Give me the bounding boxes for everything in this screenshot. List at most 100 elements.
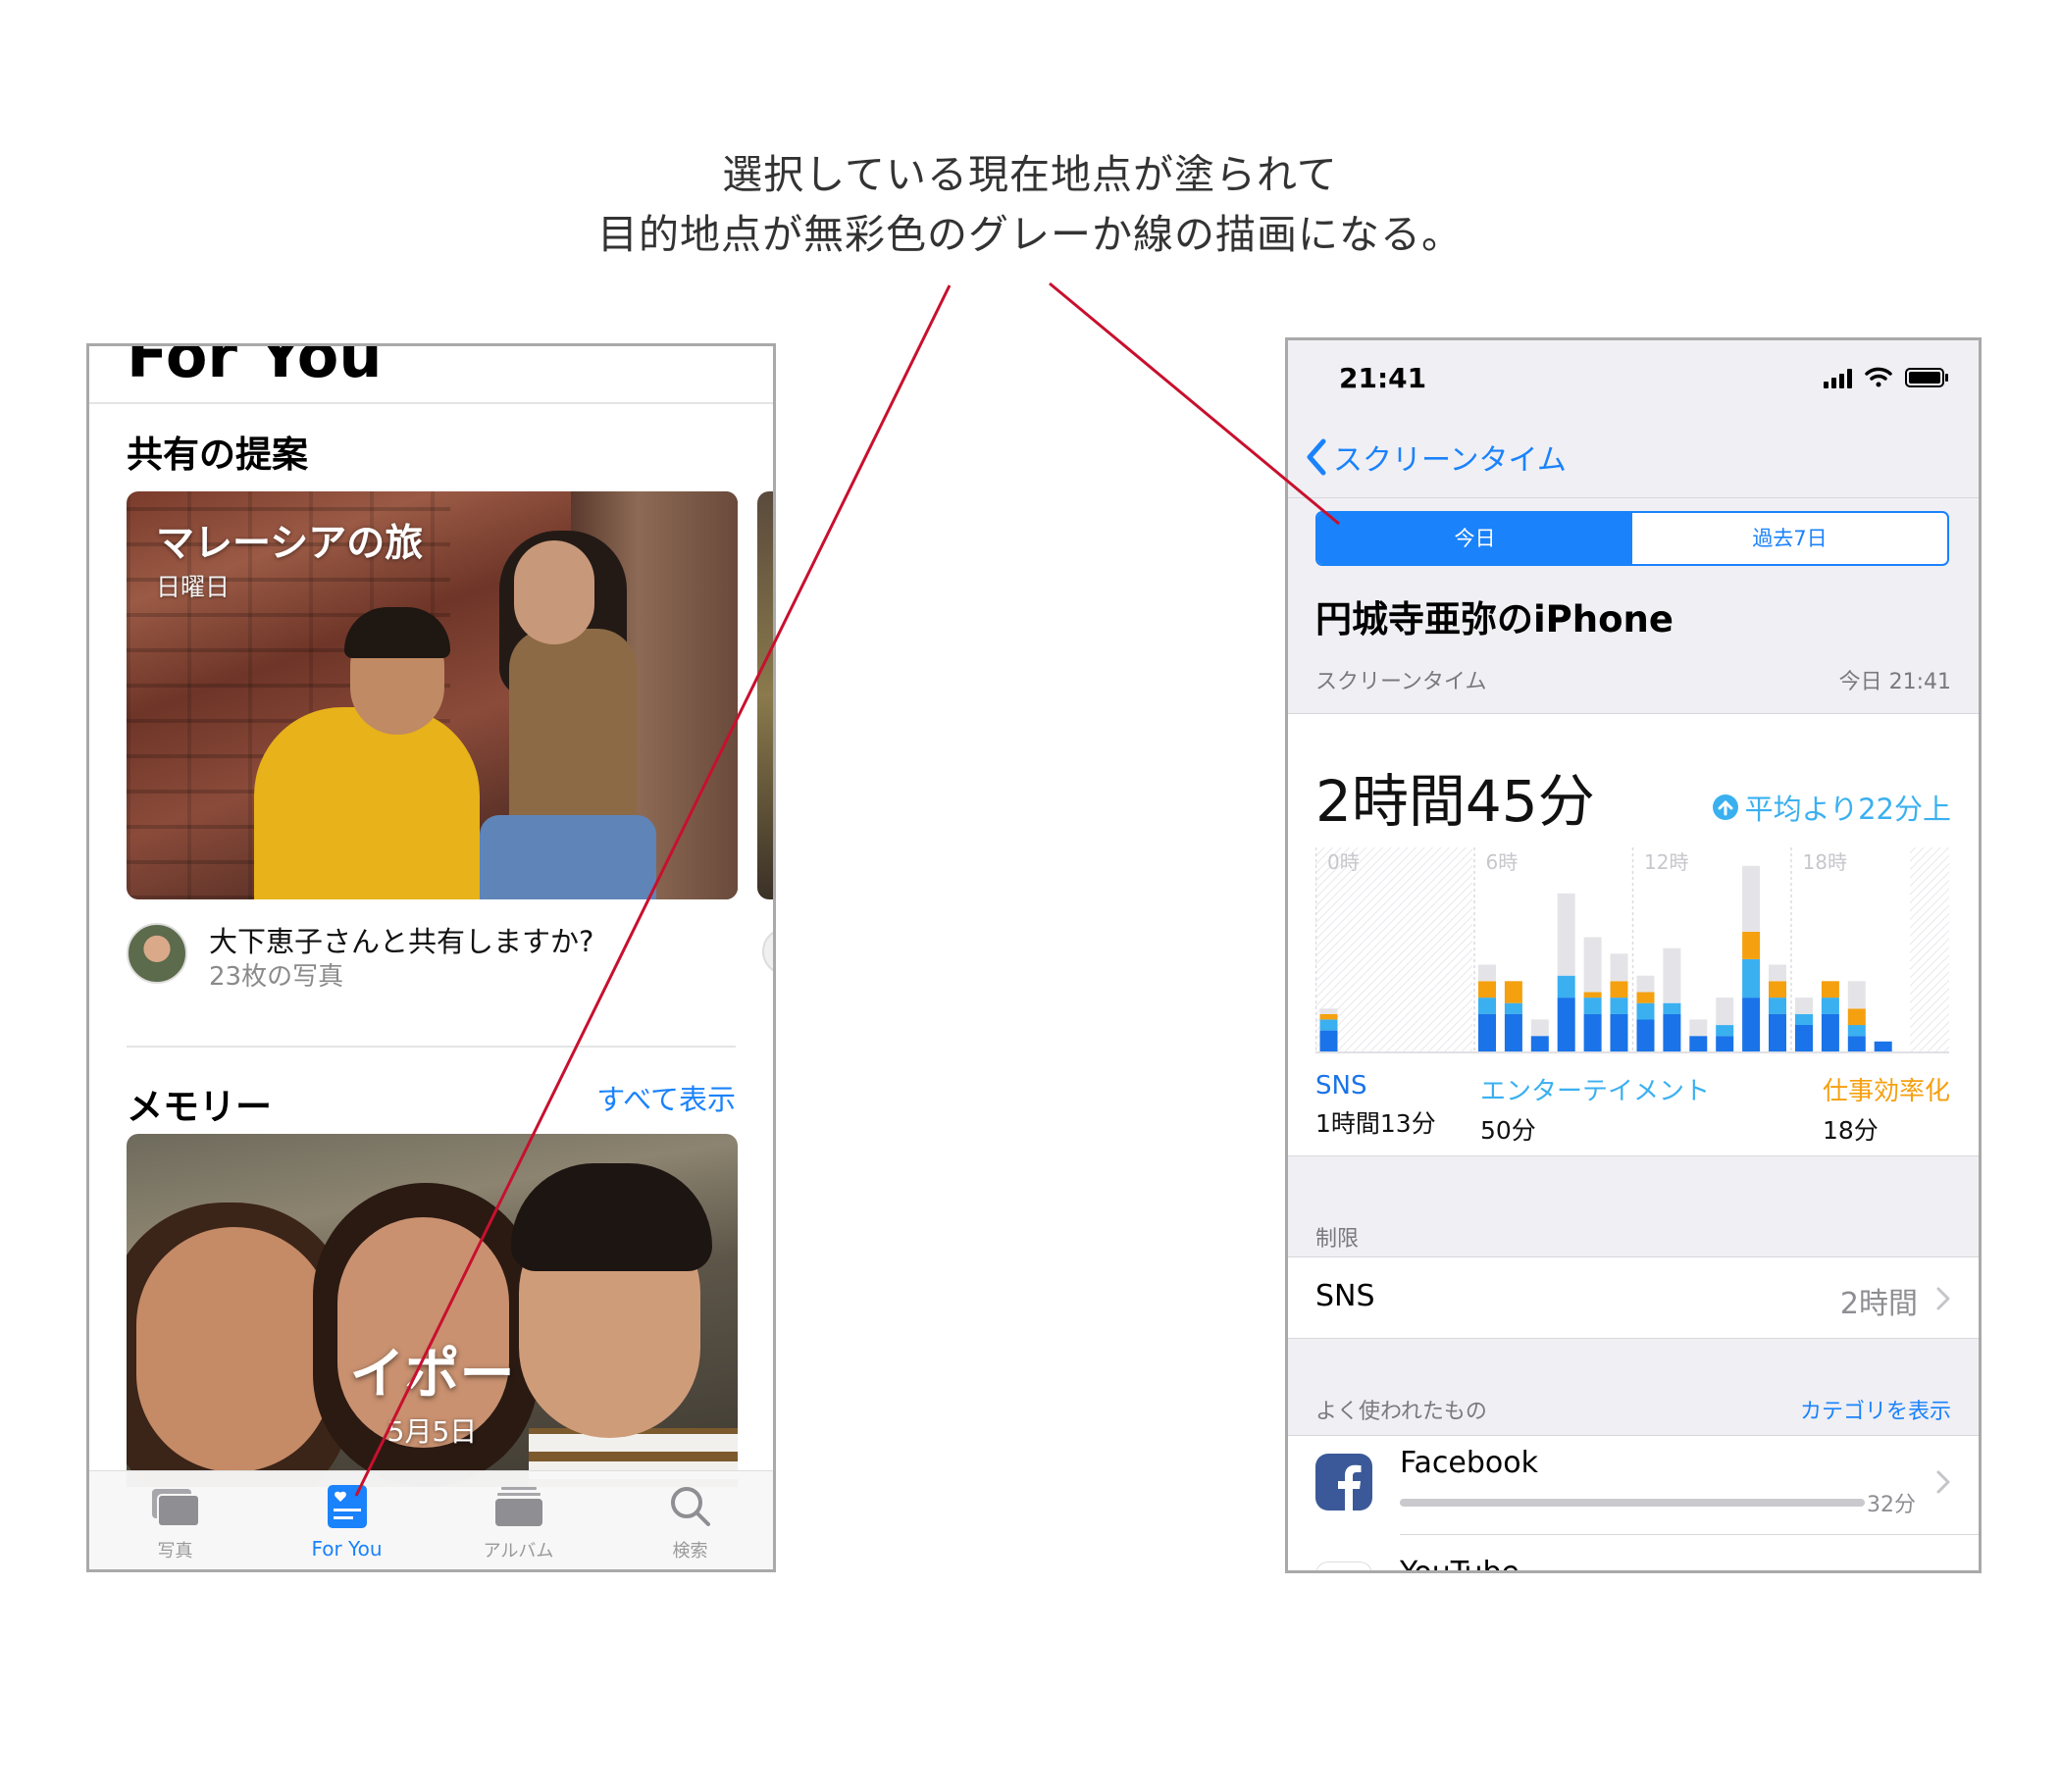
divider [127, 1046, 736, 1048]
chevron-right-icon [1936, 1287, 1950, 1310]
segment-last-7-days[interactable]: 過去7日 [1632, 513, 1947, 564]
show-categories-link[interactable]: カテゴリを表示 [1800, 1394, 1951, 1425]
section-timestamp: 今日 21:41 [1838, 670, 1951, 694]
section-label: スクリーンタイム [1315, 670, 1487, 694]
memory-title: イポー [349, 1343, 515, 1407]
chart-bar-segment [1636, 975, 1655, 993]
usage-card[interactable]: 2時間45分 平均より22分上 0時 6時 12時 18時 SNS 1時間13分 [1288, 713, 1979, 1156]
night-hatch-area [1315, 847, 1472, 1053]
tab-photos[interactable]: 写真 [89, 1471, 261, 1569]
most-used-header: よく使われたもの [1315, 1400, 1487, 1424]
chart-bar-segment [1742, 865, 1761, 932]
category-name: 仕事効率化 [1823, 1077, 1951, 1106]
chart-bar-segment [1610, 953, 1628, 982]
see-all-link[interactable]: すべて表示 [596, 1077, 736, 1118]
limit-row-sns[interactable]: SNS 2時間 [1288, 1256, 1979, 1339]
wifi-icon [1865, 367, 1892, 387]
chart-bar-segment [1478, 998, 1496, 1014]
back-label: スクリーンタイム [1333, 443, 1567, 478]
chevron-left-icon [1307, 438, 1326, 476]
for-you-icon [328, 1485, 367, 1528]
segment-today[interactable]: 今日 [1317, 513, 1632, 564]
chart-bar-segment [1504, 1013, 1522, 1052]
tab-label: 検索 [672, 1541, 708, 1562]
total-usage: 2時間45分 [1315, 768, 1595, 835]
category-name: エンターテイメント [1480, 1077, 1711, 1106]
chart-bar-segment [1795, 1013, 1813, 1025]
shared-suggestion-card[interactable]: マレーシアの旅 日曜日 [127, 491, 738, 899]
chart-bar-segment [1847, 981, 1866, 1009]
photo-figure [511, 1163, 712, 1271]
back-button[interactable]: スクリーンタイム [1304, 435, 1567, 480]
photo-figure [514, 540, 594, 644]
caption-line-2: 目的地点が無彩色のグレーか線の描画になる。 [597, 211, 1463, 258]
chart-bar-segment [1530, 1019, 1549, 1037]
chart-bar-segment [1663, 1013, 1681, 1052]
tab-albums[interactable]: アルバム [433, 1471, 604, 1569]
avatar [127, 923, 187, 984]
chart-bar-segment [1557, 998, 1575, 1052]
card-title: マレーシアの旅 [156, 522, 424, 566]
category-sns: SNS 1時間13分 [1315, 1071, 1436, 1140]
average-delta-text: 平均より22分上 [1744, 793, 1951, 826]
chart-bar-segment [1663, 1002, 1681, 1014]
chart-bar-segment [1636, 1002, 1655, 1020]
chart-bar-segment [1478, 1013, 1496, 1052]
caption-line-1: 選択している現在地点が塗られて [722, 151, 1338, 198]
chart-bar-segment [1689, 1036, 1708, 1052]
chart-bar-segment [1742, 931, 1761, 959]
category-name: SNS [1315, 1071, 1367, 1101]
limit-name: SNS [1315, 1279, 1375, 1313]
tab-label: アルバム [483, 1541, 554, 1562]
chart-bar-segment [1847, 1036, 1866, 1052]
youtube-icon [1315, 1562, 1372, 1570]
chart-bar-segment [1769, 981, 1786, 998]
tab-search[interactable]: 検索 [604, 1471, 773, 1569]
chart-bar-segment [1663, 947, 1681, 1003]
chart-bar-segment [1716, 998, 1734, 1026]
signal-icon [1824, 369, 1852, 388]
chart-bar-segment [1847, 1025, 1866, 1037]
photos-for-you-screen: For You 共有の提案 マレーシアの旅 日曜日 大下恵子さんと共有しますか?… [86, 343, 776, 1572]
shared-suggestions-heading: 共有の提案 [127, 434, 308, 476]
category-value: 1時間13分 [1315, 1109, 1436, 1138]
memory-card[interactable]: イポー 5月5日 [127, 1134, 738, 1487]
chart-bar-segment [1769, 998, 1786, 1014]
chart-bar-segment [1319, 1030, 1338, 1052]
hourly-usage-chart: 0時 6時 12時 18時 [1315, 847, 1949, 1053]
battery-icon [1905, 368, 1948, 387]
memory-date: 5月5日 [386, 1415, 478, 1448]
limits-header: 制限 [1315, 1227, 1360, 1252]
chart-bar-segment [1742, 958, 1761, 998]
chart-bar-segment [1795, 1025, 1813, 1052]
night-hatch-area [1910, 847, 1949, 1053]
photo-figure [254, 707, 480, 899]
chart-bar-segment [1821, 998, 1839, 1014]
next-suggestion-button[interactable] [762, 928, 773, 975]
chart-bar-segment [1504, 1002, 1522, 1014]
chart-bar-segment [1504, 981, 1522, 1003]
chart-bar-segment [1769, 964, 1786, 982]
chevron-right-icon [1936, 1470, 1950, 1494]
chart-bar-segment [1610, 1013, 1628, 1052]
chart-bar-segment [1610, 981, 1628, 998]
chart-bar-segment [1478, 964, 1496, 982]
memories-heading: メモリー [127, 1086, 272, 1128]
app-time: 32分 [1867, 1493, 1916, 1517]
chart-bar-segment [1557, 975, 1575, 998]
photo-figure [480, 815, 656, 899]
chart-bar-segment [1557, 893, 1575, 976]
tab-for-you[interactable]: For You [261, 1471, 433, 1569]
chart-bar-segment [1583, 937, 1602, 993]
category-value: 50分 [1480, 1116, 1536, 1145]
next-card-peek[interactable] [757, 491, 773, 899]
chart-bar-segment [1530, 1036, 1549, 1052]
chart-bar-segment [1716, 1036, 1734, 1052]
share-question[interactable]: 大下恵子さんと共有しますか? [209, 919, 593, 960]
tab-label: 写真 [157, 1541, 193, 1562]
photo-count: 23枚の写真 [209, 962, 344, 992]
albums-icon [495, 1487, 542, 1526]
chart-bar-segment [1821, 981, 1839, 998]
period-segmented-control: 今日 過去7日 [1315, 511, 1949, 566]
chart-bar-segment [1742, 998, 1761, 1052]
